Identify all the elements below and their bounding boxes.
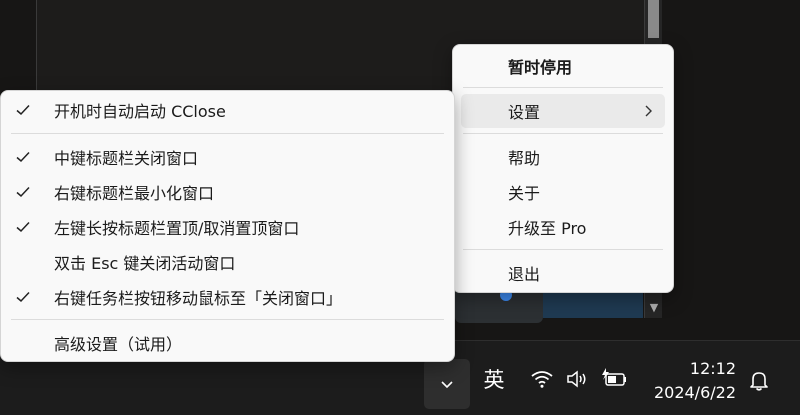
option-label: 双击 Esc 键关闭活动窗口 — [54, 254, 236, 273]
chevron-up-icon — [441, 381, 453, 389]
option-middle-click-close[interactable]: 中键标题栏关闭窗口 — [9, 140, 446, 174]
scroll-down-arrow-icon[interactable]: ▼ — [646, 298, 662, 316]
option-autostart[interactable]: 开机时自动启动 CClose — [9, 93, 446, 127]
checkmark-icon — [16, 151, 30, 163]
wifi-icon[interactable] — [528, 365, 556, 393]
clock-date: 2024/6/22 — [653, 383, 736, 402]
menu-item-help[interactable]: 帮助 — [461, 140, 665, 174]
option-label: 中键标题栏关闭窗口 — [54, 149, 199, 168]
menu-item-label: 帮助 — [508, 149, 541, 168]
background-strip — [543, 292, 643, 318]
menu-separator — [463, 133, 663, 134]
menu-item-label: 关于 — [508, 184, 541, 203]
checkmark-icon — [16, 186, 30, 198]
battery-charging-icon[interactable] — [598, 363, 630, 393]
menu-item-exit[interactable]: 退出 — [461, 256, 665, 290]
volume-icon[interactable] — [563, 365, 591, 393]
menu-item-label: 升级至 Pro — [508, 219, 587, 238]
menu-separator — [11, 319, 444, 320]
option-long-press-pin[interactable]: 左键长按标题栏置顶/取消置顶窗口 — [9, 210, 446, 244]
option-label: 右键标题栏最小化窗口 — [54, 184, 215, 203]
clock[interactable]: 12:12 2024/6/22 — [640, 353, 746, 409]
checkmark-icon — [16, 291, 30, 303]
clock-time: 12:12 — [689, 359, 736, 378]
option-advanced-settings[interactable]: 高级设置（试用） — [9, 326, 446, 360]
menu-item-label: 暂时停用 — [508, 58, 573, 77]
input-language-indicator[interactable]: 英 — [476, 363, 512, 395]
menu-item-pause[interactable]: 暂时停用 — [461, 49, 665, 83]
menu-separator — [11, 133, 444, 134]
menu-separator — [463, 87, 663, 88]
checkmark-icon — [16, 221, 30, 233]
option-label: 高级设置（试用） — [54, 335, 183, 354]
bell-icon[interactable] — [744, 365, 774, 395]
option-label: 左键长按标题栏置顶/取消置顶窗口 — [54, 219, 300, 238]
option-label: 右键任务栏按钮移动鼠标至「关闭窗口」 — [54, 289, 343, 308]
menu-item-label: 设置 — [508, 103, 541, 122]
tray-context-menu: 暂时停用 设置 帮助 关于 升级至 Pro 退出 — [452, 44, 674, 293]
option-right-click-minimize[interactable]: 右键标题栏最小化窗口 — [9, 175, 446, 209]
option-label: 开机时自动启动 CClose — [54, 102, 226, 121]
show-hidden-icons-button[interactable] — [424, 359, 470, 409]
menu-item-upgrade-pro[interactable]: 升级至 Pro — [461, 210, 665, 244]
option-taskbar-right-click[interactable]: 右键任务栏按钮移动鼠标至「关闭窗口」 — [9, 280, 446, 314]
scrollbar-thumb[interactable] — [648, 0, 659, 38]
menu-item-about[interactable]: 关于 — [461, 175, 665, 209]
option-double-esc-close[interactable]: 双击 Esc 键关闭活动窗口 — [9, 245, 446, 279]
menu-separator — [463, 249, 663, 250]
checkmark-icon — [16, 104, 30, 116]
chevron-right-icon — [645, 105, 652, 117]
menu-item-label: 退出 — [508, 265, 541, 284]
menu-item-settings[interactable]: 设置 — [461, 94, 665, 128]
settings-submenu: 开机时自动启动 CClose 中键标题栏关闭窗口 右键标题栏最小化窗口 左键长按… — [0, 90, 455, 362]
